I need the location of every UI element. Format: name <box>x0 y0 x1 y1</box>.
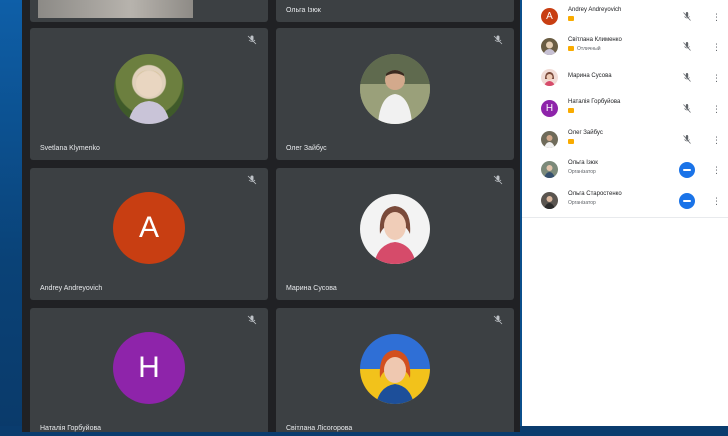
participant-tile[interactable]: Світлана Лісогорова <box>276 308 514 432</box>
divider <box>522 217 728 218</box>
participant-photo <box>114 54 184 124</box>
tile-name: Ольга Ізюк <box>286 7 321 14</box>
participant-avatar: H <box>113 332 185 404</box>
participant-avatar <box>541 69 558 86</box>
mic-off-icon <box>247 175 257 185</box>
mic-off-icon[interactable] <box>682 11 692 22</box>
participant-name: Ольга Старостенко <box>568 191 622 197</box>
participant-row[interactable]: H Наталія Горбуйова ⋮ <box>522 94 728 124</box>
participant-photo <box>360 194 430 264</box>
more-vert-icon[interactable]: ⋮ <box>712 102 721 116</box>
more-vert-icon[interactable]: ⋮ <box>712 163 721 177</box>
video-grid: Ольга Ізюк Svetlana Klymenko Олег Зайбус… <box>22 0 520 432</box>
mic-off-icon <box>247 315 257 325</box>
participant-row[interactable]: Марина Сусова ⋮ <box>522 63 728 93</box>
participant-name: Марина Сусова <box>568 73 612 79</box>
mic-off-icon[interactable] <box>682 134 692 145</box>
tile-name: Andrey Andreyovich <box>40 285 103 292</box>
mic-off-icon <box>247 35 257 45</box>
participant-role <box>568 16 577 22</box>
mic-off-icon[interactable] <box>682 103 692 114</box>
participant-name: Олег Зайбус <box>568 130 603 136</box>
more-vert-icon[interactable]: ⋮ <box>712 71 721 85</box>
participant-row[interactable]: A Andrey Andreyovich ⋮ <box>522 2 728 32</box>
participant-avatar: A <box>541 8 558 25</box>
tile-name: Світлана Лісогорова <box>286 425 353 432</box>
mic-off-icon[interactable] <box>682 41 692 52</box>
participant-row[interactable]: Ольга Ізюк Організатор ⋮ <box>522 155 728 185</box>
participant-tile[interactable]: Олег Зайбус <box>276 28 514 160</box>
participant-avatar: H <box>541 100 558 117</box>
participant-name: Наталія Горбуйова <box>568 99 621 105</box>
participant-role: Отличный <box>568 46 601 52</box>
host-badge-icon <box>568 108 574 114</box>
participant-tile[interactable]: H Наталія Горбуйова <box>30 308 268 432</box>
participant-tile[interactable]: Марина Сусова <box>276 168 514 300</box>
host-badge-icon <box>568 139 574 145</box>
participant-name: Andrey Andreyovich <box>568 7 622 13</box>
mic-off-icon <box>493 315 503 325</box>
participant-row[interactable]: Світлана Клименко Отличный ⋮ <box>522 32 728 62</box>
participant-tile[interactable]: Svetlana Klymenko <box>30 28 268 160</box>
participant-tile[interactable] <box>30 0 268 22</box>
pin-icon[interactable] <box>679 193 695 209</box>
desktop-background-left <box>0 0 24 436</box>
participant-role: Організатор <box>568 169 596 175</box>
video-feed <box>38 0 193 18</box>
participant-photo <box>360 54 430 124</box>
participants-panel: A Andrey Andreyovich ⋮ Світлана Клименко… <box>522 0 728 426</box>
participant-name: Світлана Клименко <box>568 37 622 43</box>
participant-tile[interactable]: A Andrey Andreyovich <box>30 168 268 300</box>
mic-off-icon[interactable] <box>682 72 692 83</box>
mic-off-icon <box>493 175 503 185</box>
more-vert-icon[interactable]: ⋮ <box>712 40 721 54</box>
participant-row[interactable]: Ольга Старостенко Організатор ⋮ <box>522 186 728 216</box>
host-badge-icon <box>568 16 574 22</box>
tile-name: Марина Сусова <box>286 285 337 292</box>
participant-name: Ольга Ізюк <box>568 160 598 166</box>
tile-name: Наталія Горбуйова <box>40 425 101 432</box>
participant-role <box>568 108 577 114</box>
participant-role <box>568 139 577 145</box>
tile-name: Svetlana Klymenko <box>40 145 100 152</box>
tile-name: Олег Зайбус <box>286 145 327 152</box>
participant-avatar <box>541 161 558 178</box>
participant-avatar <box>541 131 558 148</box>
participant-photo <box>360 334 430 404</box>
participant-avatar <box>541 192 558 209</box>
more-vert-icon[interactable]: ⋮ <box>712 194 721 208</box>
mic-off-icon <box>493 35 503 45</box>
more-vert-icon[interactable]: ⋮ <box>712 133 721 147</box>
more-vert-icon[interactable]: ⋮ <box>712 10 721 24</box>
participant-tile[interactable]: Ольга Ізюк <box>276 0 514 22</box>
participant-role: Організатор <box>568 200 596 206</box>
participant-avatar: A <box>113 192 185 264</box>
pin-icon[interactable] <box>679 162 695 178</box>
participant-avatar <box>541 38 558 55</box>
host-badge-icon <box>568 46 574 52</box>
participant-row[interactable]: Олег Зайбус ⋮ <box>522 125 728 155</box>
